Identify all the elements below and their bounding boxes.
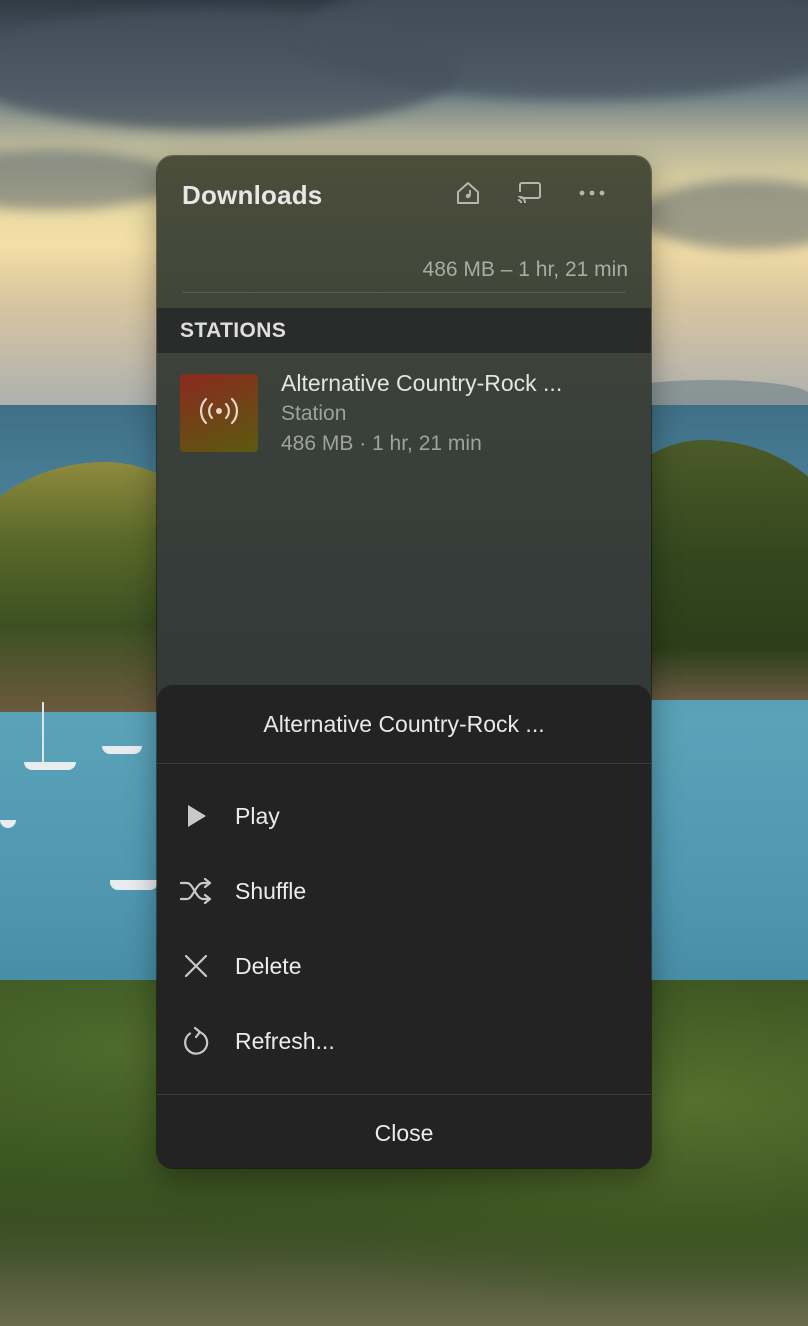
divider: [157, 763, 651, 764]
refresh-icon: [179, 1024, 213, 1058]
downloads-summary: 486 MB – 1 hr, 21 min: [422, 258, 628, 281]
close-button[interactable]: Close: [157, 1095, 651, 1168]
refresh-button[interactable]: Refresh...: [157, 1010, 651, 1072]
desktop-wallpaper: Downloads 486 MB – 1 hr, 21 min STATIONS…: [0, 0, 808, 1326]
section-header-label: STATIONS: [180, 319, 287, 342]
wallpaper-boat: [102, 746, 142, 754]
wallpaper-boat: [24, 762, 76, 770]
play-button[interactable]: Play: [157, 785, 651, 847]
station-size: 486 MB · 1 hr, 21 min: [281, 432, 482, 455]
downloads-window: Downloads 486 MB – 1 hr, 21 min STATIONS…: [157, 156, 651, 1168]
shuffle-icon: [179, 874, 213, 908]
delete-button[interactable]: Delete: [157, 935, 651, 997]
home-icon[interactable]: [453, 178, 483, 208]
close-label: Close: [374, 1120, 434, 1146]
play-label: Play: [235, 803, 280, 829]
delete-icon: [179, 949, 213, 983]
section-header-stations: STATIONS: [157, 308, 651, 353]
station-artwork: [180, 374, 258, 452]
shuffle-button[interactable]: Shuffle: [157, 860, 651, 922]
station-type: Station: [281, 402, 347, 425]
wallpaper-boat-mast: [42, 702, 44, 764]
station-name: Alternative Country-Rock ...: [281, 370, 563, 396]
divider: [182, 292, 626, 293]
action-sheet: Alternative Country-Rock ... Play Shuffl…: [157, 685, 651, 1168]
more-icon[interactable]: [577, 178, 607, 208]
shuffle-label: Shuffle: [235, 878, 307, 904]
station-list-item[interactable]: Alternative Country-Rock ... Station 486…: [157, 366, 651, 456]
window-titlebar: Downloads: [157, 156, 651, 236]
wallpaper-boat: [110, 880, 158, 890]
window-title: Downloads: [182, 180, 323, 210]
delete-label: Delete: [235, 953, 302, 979]
action-sheet-title: Alternative Country-Rock ...: [263, 711, 545, 737]
play-icon: [179, 799, 213, 833]
broadcast-icon: [198, 396, 240, 431]
cast-icon[interactable]: [514, 178, 544, 208]
refresh-label: Refresh...: [235, 1028, 335, 1054]
